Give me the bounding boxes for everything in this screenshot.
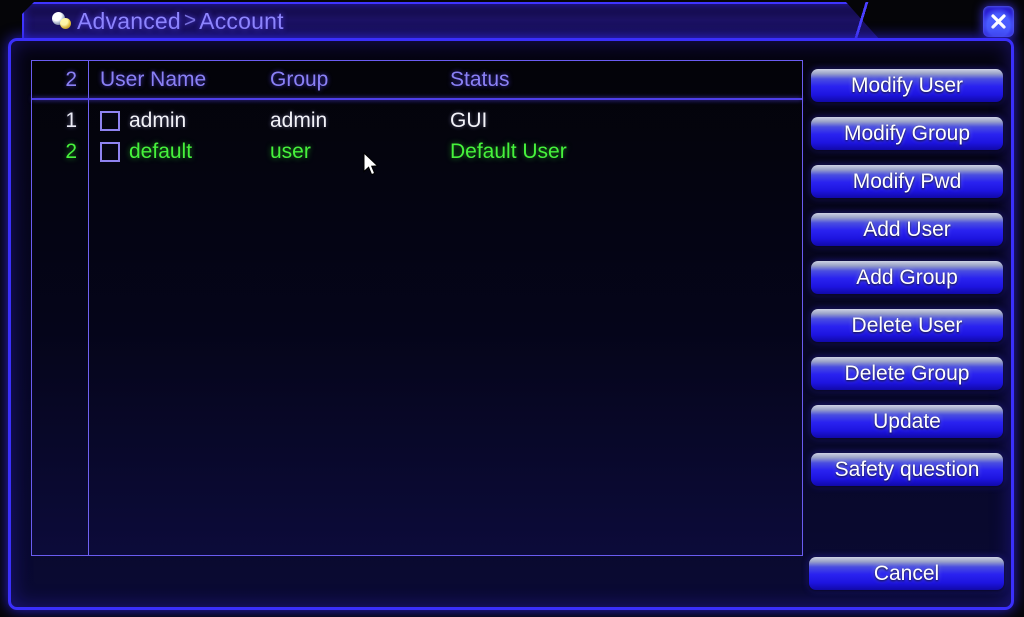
safety-question-button[interactable]: Safety question [811, 453, 1003, 486]
add-user-button[interactable]: Add User [811, 213, 1003, 246]
button-label: Delete User [851, 313, 963, 337]
update-button[interactable]: Update [811, 405, 1003, 438]
row-index: 2 [65, 139, 77, 163]
title-bar-taper-edge [840, 2, 884, 40]
modify-user-button[interactable]: Modify User [811, 69, 1003, 102]
delete-group-button[interactable]: Delete Group [811, 357, 1003, 390]
row-user-name: admin [129, 108, 187, 132]
header-group: Group [270, 67, 329, 91]
header-status: Status [450, 67, 510, 91]
title-bar: Advanced > Account [22, 2, 884, 40]
table-row[interactable]: 1 admin admin GUI [32, 105, 802, 136]
breadcrumb: Advanced > Account [52, 2, 284, 40]
cancel-button[interactable]: Cancel [809, 557, 1004, 590]
breadcrumb-separator: > [183, 9, 197, 32]
header-count: 2 [65, 67, 77, 91]
button-label: Cancel [873, 561, 940, 585]
delete-user-button[interactable]: Delete User [811, 309, 1003, 342]
button-label: Update [873, 409, 941, 433]
header-user-name: User Name [100, 67, 207, 91]
modify-pwd-button[interactable]: Modify Pwd [811, 165, 1003, 198]
user-list-panel[interactable]: 2 User Name Group Status 1 admin admin G… [31, 60, 803, 556]
close-button[interactable] [983, 6, 1014, 37]
row-status: GUI [450, 108, 488, 132]
table-row[interactable]: 2 default user Default User [32, 136, 802, 167]
row-checkbox[interactable] [100, 141, 120, 162]
button-label: Delete Group [844, 361, 970, 385]
row-user-name-cell: admin [88, 109, 270, 133]
button-label: Add User [863, 217, 951, 241]
button-label: Modify Pwd [852, 169, 962, 193]
row-user-name-cell: default [88, 140, 270, 164]
table-header-row: 2 User Name Group Status [32, 64, 802, 95]
row-index: 1 [65, 108, 77, 132]
account-dialog: 2 User Name Group Status 1 admin admin G… [8, 38, 1014, 610]
button-label: Modify User [850, 73, 964, 97]
close-icon [991, 14, 1006, 29]
row-user-name: default [129, 139, 193, 163]
header-separator [32, 98, 802, 100]
row-status: Default User [450, 139, 567, 163]
breadcrumb-parent[interactable]: Advanced [77, 8, 181, 35]
button-label: Modify Group [843, 121, 971, 145]
row-checkbox[interactable] [100, 110, 120, 131]
row-group: user [270, 139, 311, 163]
button-label: Safety question [834, 457, 980, 481]
row-group: admin [270, 108, 328, 132]
button-label: Add Group [856, 265, 958, 289]
breadcrumb-current: Account [199, 7, 284, 34]
add-group-button[interactable]: Add Group [811, 261, 1003, 294]
account-key-icon [52, 11, 72, 31]
modify-group-button[interactable]: Modify Group [811, 117, 1003, 150]
